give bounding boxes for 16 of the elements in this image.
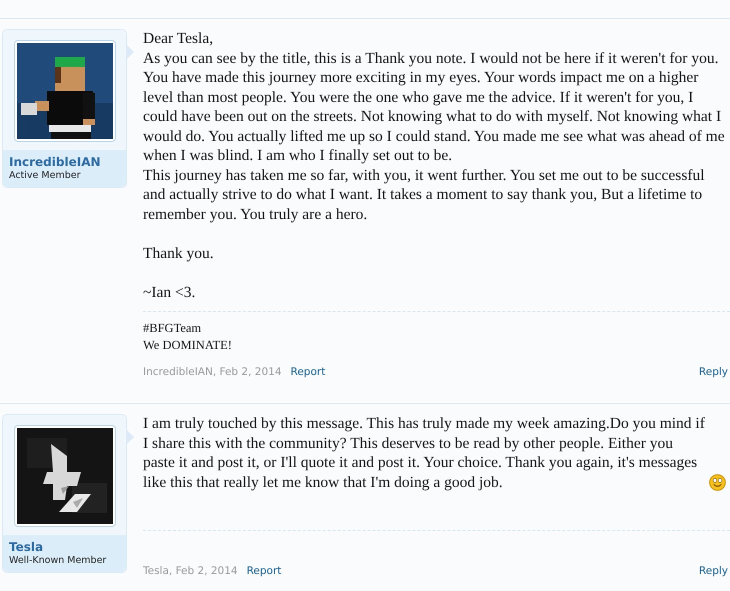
message-text: Dear Tesla,: [143, 29, 214, 48]
username-link[interactable]: Tesla: [9, 540, 120, 554]
reply-link[interactable]: Reply: [698, 565, 728, 577]
report-link[interactable]: Report: [246, 565, 282, 577]
user-title: Well-Known Member: [9, 555, 108, 566]
signature-text: #BFGTeam: [143, 320, 202, 337]
signature-text: We DOMINATE!: [143, 337, 232, 354]
message-text: As you can see by the title, this is a Thank you note. I would not be here if it weren't for you. You have made this journey more exciting in my eyes. Your words impact me on a higher level than most people. You were the one who gave me the advice. If it weren't for you, I could have been out on the streets. Not knowing what to do with myself. Not knowing what I would do. You actually lifted me up so I could stand. You made me see what was ahead of me when I was blind. I am who I finally set out to be.: [143, 48, 726, 166]
message-text: Thank you.: [143, 244, 214, 263]
reply-link[interactable]: Reply: [698, 366, 728, 378]
message-text: ~Ian <3.: [143, 282, 196, 302]
username-link[interactable]: IncredibleIAN: [9, 155, 120, 169]
user-title: Active Member: [9, 170, 82, 181]
message-text: This journey has taken me so far, with you, it went further. You set me out to be successful and actually strive to do what I want. It takes a moment to say thank you, But a lifetime to remember you. You truly are a hero.: [143, 166, 706, 224]
message-text: I am truly touched by this message. This has truly made my week amazing.Do you mind if I share this with the community? This deserves to be read by other people. Either you paste it and post it, or I'll quote it and post it. Your choice. Thank you again, it's messages like this that really let me know that I'm doing a good job.: [143, 414, 705, 492]
report-link[interactable]: Report: [290, 366, 326, 378]
